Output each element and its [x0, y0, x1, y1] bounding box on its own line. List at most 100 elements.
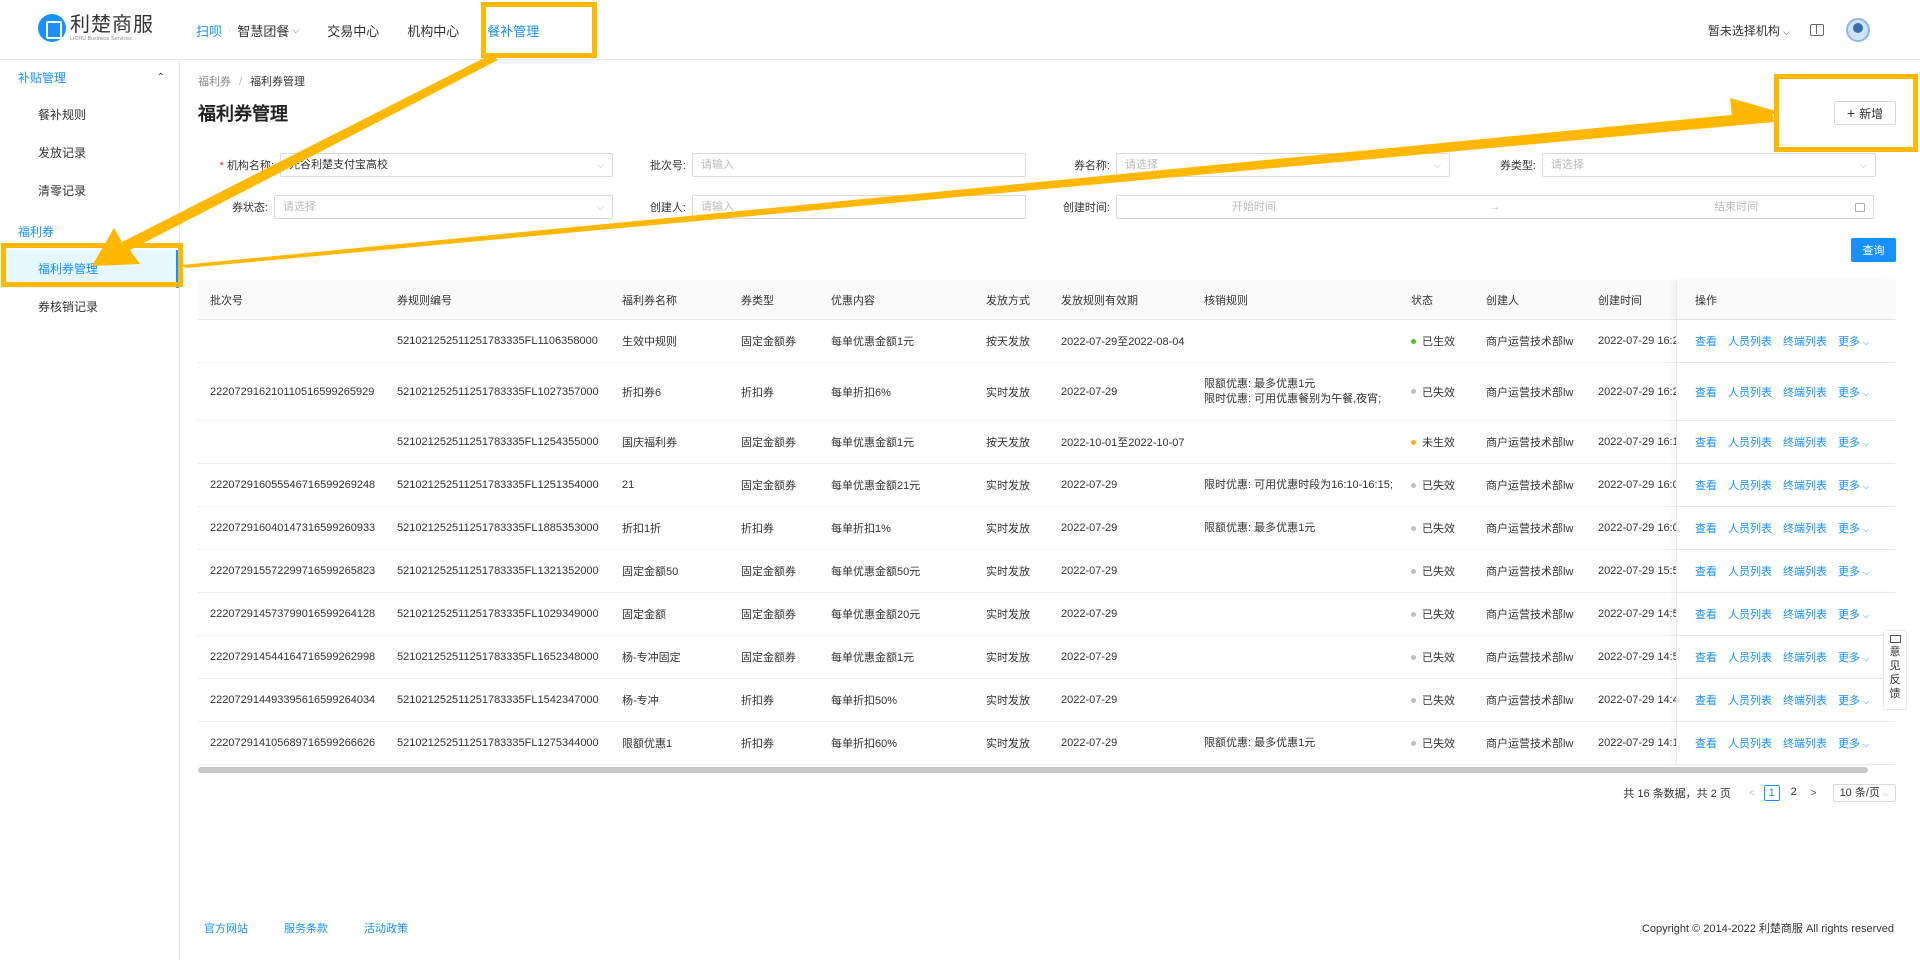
- page-size-select[interactable]: 10 条/页 ⌵: [1832, 784, 1896, 802]
- more-menu[interactable]: 更多 ⌵: [1838, 606, 1869, 622]
- view-link[interactable]: 查看: [1695, 333, 1717, 349]
- feedback-button[interactable]: 意见反馈: [1883, 630, 1907, 710]
- sidebar-group[interactable]: 补贴管理 ⌃: [0, 60, 179, 96]
- nav-item[interactable]: 智慧团餐 ⌵: [237, 21, 299, 40]
- cell-create-time: 2022-07-29 15:57:31: [1598, 565, 1676, 577]
- coupon-name-select[interactable]: 请选择 ⌵: [1116, 153, 1450, 177]
- more-menu[interactable]: 更多 ⌵: [1838, 520, 1869, 536]
- org-select[interactable]: 暂未选择机构 ⌵: [1708, 22, 1790, 39]
- view-link[interactable]: 查看: [1695, 477, 1717, 493]
- batch-input[interactable]: 请输入: [692, 153, 1026, 177]
- query-button[interactable]: 查询: [1851, 238, 1896, 262]
- table-row: 521021252511251783335FL1106358000 生效中规则 固定…: [198, 320, 1896, 363]
- cell-creator: 商户运营技术部lw: [1486, 695, 1574, 707]
- cell-verify-rule: 限额优惠: 最多优惠1元: [1204, 521, 1316, 534]
- cell-validity: 2022-07-29: [1061, 385, 1118, 398]
- footer-link[interactable]: 官方网站: [204, 920, 248, 936]
- sidebar-item[interactable]: 券核销记录: [0, 288, 179, 326]
- org-select[interactable]: 光谷利楚支付宝高校 ⌵: [280, 153, 613, 177]
- view-link[interactable]: 查看: [1695, 735, 1717, 751]
- view-link[interactable]: 查看: [1695, 434, 1717, 450]
- nav-item[interactable]: 扫呗: [196, 21, 222, 40]
- more-menu[interactable]: 更多 ⌵: [1838, 333, 1869, 349]
- next-page-icon[interactable]: >: [1811, 788, 1817, 799]
- view-link[interactable]: 查看: [1695, 563, 1717, 579]
- cell-method: 按天发放: [986, 437, 1030, 449]
- staff-list-link[interactable]: 人员列表: [1728, 606, 1772, 622]
- logo-text: 利楚商服: [70, 14, 154, 36]
- horizontal-scrollbar[interactable]: [198, 767, 1868, 773]
- avatar[interactable]: [1846, 18, 1870, 42]
- sidebar-item[interactable]: 餐补规则: [0, 96, 179, 134]
- staff-list-link[interactable]: 人员列表: [1728, 735, 1772, 751]
- more-menu[interactable]: 更多 ⌵: [1838, 434, 1869, 450]
- staff-list-link[interactable]: 人员列表: [1728, 649, 1772, 665]
- more-menu[interactable]: 更多 ⌵: [1838, 649, 1869, 665]
- footer-link[interactable]: 服务条款: [284, 920, 328, 936]
- terminal-list-link[interactable]: 终端列表: [1783, 692, 1827, 708]
- staff-list-link[interactable]: 人员列表: [1728, 520, 1772, 536]
- sidebar-item[interactable]: 发放记录: [0, 134, 179, 172]
- more-menu[interactable]: 更多 ⌵: [1838, 692, 1869, 708]
- date-range-picker[interactable]: 开始时间 → 结束时间: [1116, 195, 1874, 219]
- cell-method: 实时发放: [986, 695, 1030, 707]
- coupon-type-select[interactable]: 请选择 ⌵: [1542, 153, 1876, 177]
- terminal-list-link[interactable]: 终端列表: [1783, 649, 1827, 665]
- cell-create-time: 2022-07-29 16:06:04: [1598, 479, 1676, 491]
- terminal-list-link[interactable]: 终端列表: [1783, 333, 1827, 349]
- logo[interactable]: 利楚商服 LICHU Business Services: [38, 14, 154, 42]
- staff-list-link[interactable]: 人员列表: [1728, 477, 1772, 493]
- nav-item[interactable]: 机构中心: [407, 21, 459, 40]
- terminal-list-link[interactable]: 终端列表: [1783, 563, 1827, 579]
- page-number[interactable]: 2: [1786, 785, 1802, 801]
- staff-list-link[interactable]: 人员列表: [1728, 434, 1772, 450]
- nav-item[interactable]: 交易中心: [327, 21, 379, 40]
- terminal-list-link[interactable]: 终端列表: [1783, 520, 1827, 536]
- breadcrumb-item[interactable]: 福利券: [198, 76, 231, 88]
- cell-method: 实时发放: [986, 609, 1030, 621]
- cell-verify-rule: [1204, 550, 1404, 592]
- staff-list-link[interactable]: 人员列表: [1728, 333, 1772, 349]
- staff-list-link[interactable]: 人员列表: [1728, 384, 1772, 400]
- staff-list-link[interactable]: 人员列表: [1728, 563, 1772, 579]
- page-number[interactable]: 1: [1763, 785, 1780, 801]
- cell-name: 固定金额50: [622, 566, 679, 578]
- cell-name: 限额优惠1: [622, 738, 673, 750]
- creator-input[interactable]: 请输入: [692, 195, 1026, 219]
- book-icon[interactable]: [1810, 24, 1824, 36]
- terminal-list-link[interactable]: 终端列表: [1783, 477, 1827, 493]
- terminal-list-link[interactable]: 终端列表: [1783, 434, 1827, 450]
- cell-rule: 521021252511251783335FL1106358000: [397, 335, 598, 347]
- main-content: 福利券 / 福利券管理 福利券管理 + 新增 * 机构名称: 光谷利楚支付宝高校 ⌵ 批次…: [180, 60, 1920, 960]
- cell-verify-rule: [1204, 593, 1404, 635]
- staff-list-link[interactable]: 人员列表: [1728, 692, 1772, 708]
- status-select[interactable]: 请选择 ⌵: [274, 195, 613, 219]
- prev-page-icon[interactable]: <: [1749, 788, 1755, 799]
- view-link[interactable]: 查看: [1695, 384, 1717, 400]
- status-badge: 已失效: [1411, 593, 1455, 635]
- cell-batch: 22207291621011051659926592​9: [210, 385, 375, 398]
- more-menu[interactable]: 更多 ⌵: [1838, 477, 1869, 493]
- footer-link[interactable]: 活动政策: [364, 920, 408, 936]
- terminal-list-link[interactable]: 终端列表: [1783, 735, 1827, 751]
- cell-name: 折扣券6: [622, 386, 662, 399]
- cell-creator: 商户运营技术部lw: [1486, 480, 1574, 492]
- table-row: 22207291449339561659926403​4 521021252511…: [198, 679, 1896, 722]
- cell-create-time: 2022-07-29 16:28:18: [1598, 335, 1676, 347]
- cell-type: 固定金额券: [741, 652, 796, 664]
- view-link[interactable]: 查看: [1695, 606, 1717, 622]
- view-link[interactable]: 查看: [1695, 692, 1717, 708]
- more-menu[interactable]: 更多 ⌵: [1838, 735, 1869, 751]
- view-link[interactable]: 查看: [1695, 649, 1717, 665]
- more-menu[interactable]: 更多 ⌵: [1838, 384, 1869, 400]
- view-link[interactable]: 查看: [1695, 520, 1717, 536]
- terminal-list-link[interactable]: 终端列表: [1783, 384, 1827, 400]
- cell-creator: 商户运营技术部lw: [1486, 738, 1574, 750]
- status-badge: 已失效: [1411, 464, 1455, 506]
- terminal-list-link[interactable]: 终端列表: [1783, 606, 1827, 622]
- more-menu[interactable]: 更多 ⌵: [1838, 563, 1869, 579]
- cell-name: 生效中规则: [622, 336, 677, 348]
- column-header: 券类型: [741, 294, 774, 307]
- column-header: 发放方式: [986, 294, 1030, 307]
- sidebar-item[interactable]: 清零记录: [0, 172, 179, 210]
